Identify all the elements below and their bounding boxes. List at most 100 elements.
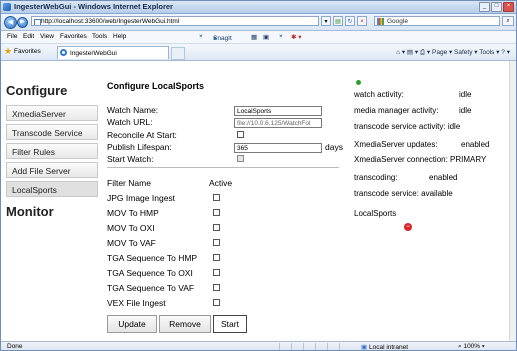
addon-icon[interactable]: ✱ ▾	[291, 33, 302, 41]
maximize-button[interactable]: □	[491, 2, 502, 12]
sidebar-item-transcode-service[interactable]: Transcode Service	[6, 124, 98, 140]
title-bar: IngesterWebGui - Windows Internet Explor…	[1, 1, 516, 14]
watch-name-input[interactable]: LocalSports	[234, 106, 322, 116]
search-input[interactable]: Google	[374, 16, 500, 26]
status-cell	[315, 343, 326, 350]
compat-view-icon[interactable]: ▤	[333, 16, 343, 26]
start-watch-label: Start Watch:	[107, 154, 154, 164]
filter-active-checkbox[interactable]	[213, 284, 220, 291]
filter-row-label: MOV To OXI	[107, 223, 155, 233]
menu-view[interactable]: View	[40, 33, 54, 40]
back-icon[interactable]: ◀	[4, 16, 17, 29]
command-bar[interactable]: ⌂ ▾ ▤ ▾ ⎙ ▾ Page ▾ Safety ▾ Tools ▾ ? ▾	[396, 48, 510, 57]
security-zone[interactable]: ▣ Local intranet	[361, 343, 408, 351]
start-button[interactable]: Start	[213, 315, 247, 333]
sidebar-item-localsports[interactable]: LocalSports	[6, 181, 98, 197]
filter-active-checkbox[interactable]	[213, 194, 220, 201]
status-ok-icon	[356, 80, 361, 85]
sidebar-item-add-file-server[interactable]: Add File Server	[6, 162, 98, 178]
status-cell	[279, 343, 290, 350]
monitor-heading[interactable]: Monitor	[6, 204, 54, 219]
active-header: Active	[209, 178, 233, 188]
watch-url-label: Watch URL:	[107, 117, 153, 127]
google-icon	[377, 18, 384, 25]
zoom-icon: ⌕	[458, 343, 462, 350]
media-manager-value: idle	[459, 106, 472, 115]
xmedia-updates-label: XmediaServer updates:	[354, 140, 438, 149]
sidebar-item-xmediaserver[interactable]: XmediaServer	[6, 105, 98, 121]
window-title: IngesterWebGui - Windows Internet Explor…	[14, 2, 173, 11]
favorites-star-icon[interactable]: ★	[4, 47, 12, 56]
sidebar-item-filter-rules[interactable]: Filter Rules	[6, 143, 98, 159]
status-cell	[303, 343, 314, 350]
media-manager-label: media manager activity:	[354, 106, 439, 115]
page-content: Configure XmediaServer Transcode Service…	[1, 61, 511, 341]
close-button[interactable]: ×	[503, 2, 514, 12]
update-button[interactable]: Update	[107, 315, 157, 333]
favorites-label[interactable]: Favorites	[14, 48, 41, 55]
status-cell	[327, 343, 338, 350]
browser-window: IngesterWebGui - Windows Internet Explor…	[0, 0, 517, 351]
watch-url-input[interactable]: file://10.0.6.125/WatchFol	[234, 118, 322, 128]
snagit-edit-icon[interactable]: ▣	[263, 33, 269, 41]
url-input[interactable]: http://localhost:33600/web/IngesterWebGu…	[31, 16, 319, 26]
help-icon[interactable]: ?	[501, 49, 505, 56]
page-icon	[34, 19, 41, 25]
remove-button[interactable]: Remove	[159, 315, 211, 333]
close-toolbar-icon[interactable]: ×	[199, 33, 203, 40]
watch-activity-label: watch activity:	[354, 90, 404, 99]
new-tab-button[interactable]	[171, 47, 185, 60]
address-dropdown-icon[interactable]: ▾	[321, 16, 331, 26]
publish-lifespan-input[interactable]: 365	[234, 143, 322, 153]
menu-help[interactable]: Help	[113, 33, 126, 40]
ie-icon	[3, 3, 11, 11]
filter-row-label: TGA Sequence To HMP	[107, 253, 198, 263]
snagit-capture-icon[interactable]: ▦	[251, 33, 257, 41]
status-bar: Done ▣ Local intranet ⌕ 100% ▾	[1, 341, 516, 351]
reconcile-label: Reconcile At Start:	[107, 130, 177, 140]
minimize-button[interactable]: _	[479, 2, 490, 12]
divider	[107, 167, 339, 168]
home-icon[interactable]: ⌂	[396, 49, 400, 56]
publish-unit: days	[325, 142, 343, 152]
menu-favorites[interactable]: Favorites	[60, 33, 87, 40]
ie-tab-icon	[60, 49, 67, 56]
stop-icon[interactable]: ×	[357, 16, 367, 26]
filter-active-checkbox[interactable]	[213, 299, 220, 306]
filter-active-checkbox[interactable]	[213, 254, 220, 261]
filter-active-checkbox[interactable]	[213, 224, 220, 231]
filter-row-label: TGA Sequence To VAF	[107, 283, 195, 293]
menu-file[interactable]: File	[7, 33, 17, 40]
filter-active-checkbox[interactable]	[213, 269, 220, 276]
transcode-service: transcode service: available	[354, 189, 453, 198]
browser-tab[interactable]: IngesterWebGui	[57, 46, 169, 59]
zoom-control[interactable]: ⌕ 100% ▾	[458, 343, 485, 350]
start-watch-checkbox[interactable]	[237, 155, 244, 162]
forward-icon[interactable]: ▶	[17, 17, 28, 28]
search-icon[interactable]: ⌕	[502, 16, 514, 26]
filter-active-checkbox[interactable]	[213, 209, 220, 216]
reconcile-checkbox[interactable]	[237, 131, 244, 138]
watch-activity-value: idle	[459, 90, 472, 99]
filter-active-checkbox[interactable]	[213, 239, 220, 246]
filter-row-label: MOV To HMP	[107, 208, 159, 218]
menu-tools[interactable]: Tools	[92, 33, 107, 40]
menu-bar: File Edit View Favorites Tools Help × ● …	[1, 31, 516, 44]
menu-edit[interactable]: Edit	[23, 33, 34, 40]
scrollbar[interactable]	[509, 61, 516, 341]
status-text: Done	[7, 343, 23, 350]
refresh-icon[interactable]: ↻	[345, 16, 355, 26]
stop-status-icon[interactable]: −	[404, 223, 412, 231]
feeds-icon[interactable]: ▤	[407, 49, 413, 56]
xmedia-updates-value: enabled	[461, 140, 490, 149]
transcoding-label: transcoding:	[354, 173, 398, 182]
close-toolbar2-icon[interactable]: ×	[279, 33, 283, 40]
localsports-status: LocalSports	[354, 209, 397, 218]
intranet-icon: ▣	[361, 344, 368, 351]
filter-row-label: JPG Image Ingest	[107, 193, 176, 203]
configure-heading: Configure	[6, 83, 68, 98]
config-title: Configure LocalSports	[107, 81, 205, 91]
print-icon[interactable]: ⎙	[420, 49, 425, 56]
publish-lifespan-label: Publish Lifespan:	[107, 142, 172, 152]
filter-row-label: VEX File Ingest	[107, 298, 166, 308]
